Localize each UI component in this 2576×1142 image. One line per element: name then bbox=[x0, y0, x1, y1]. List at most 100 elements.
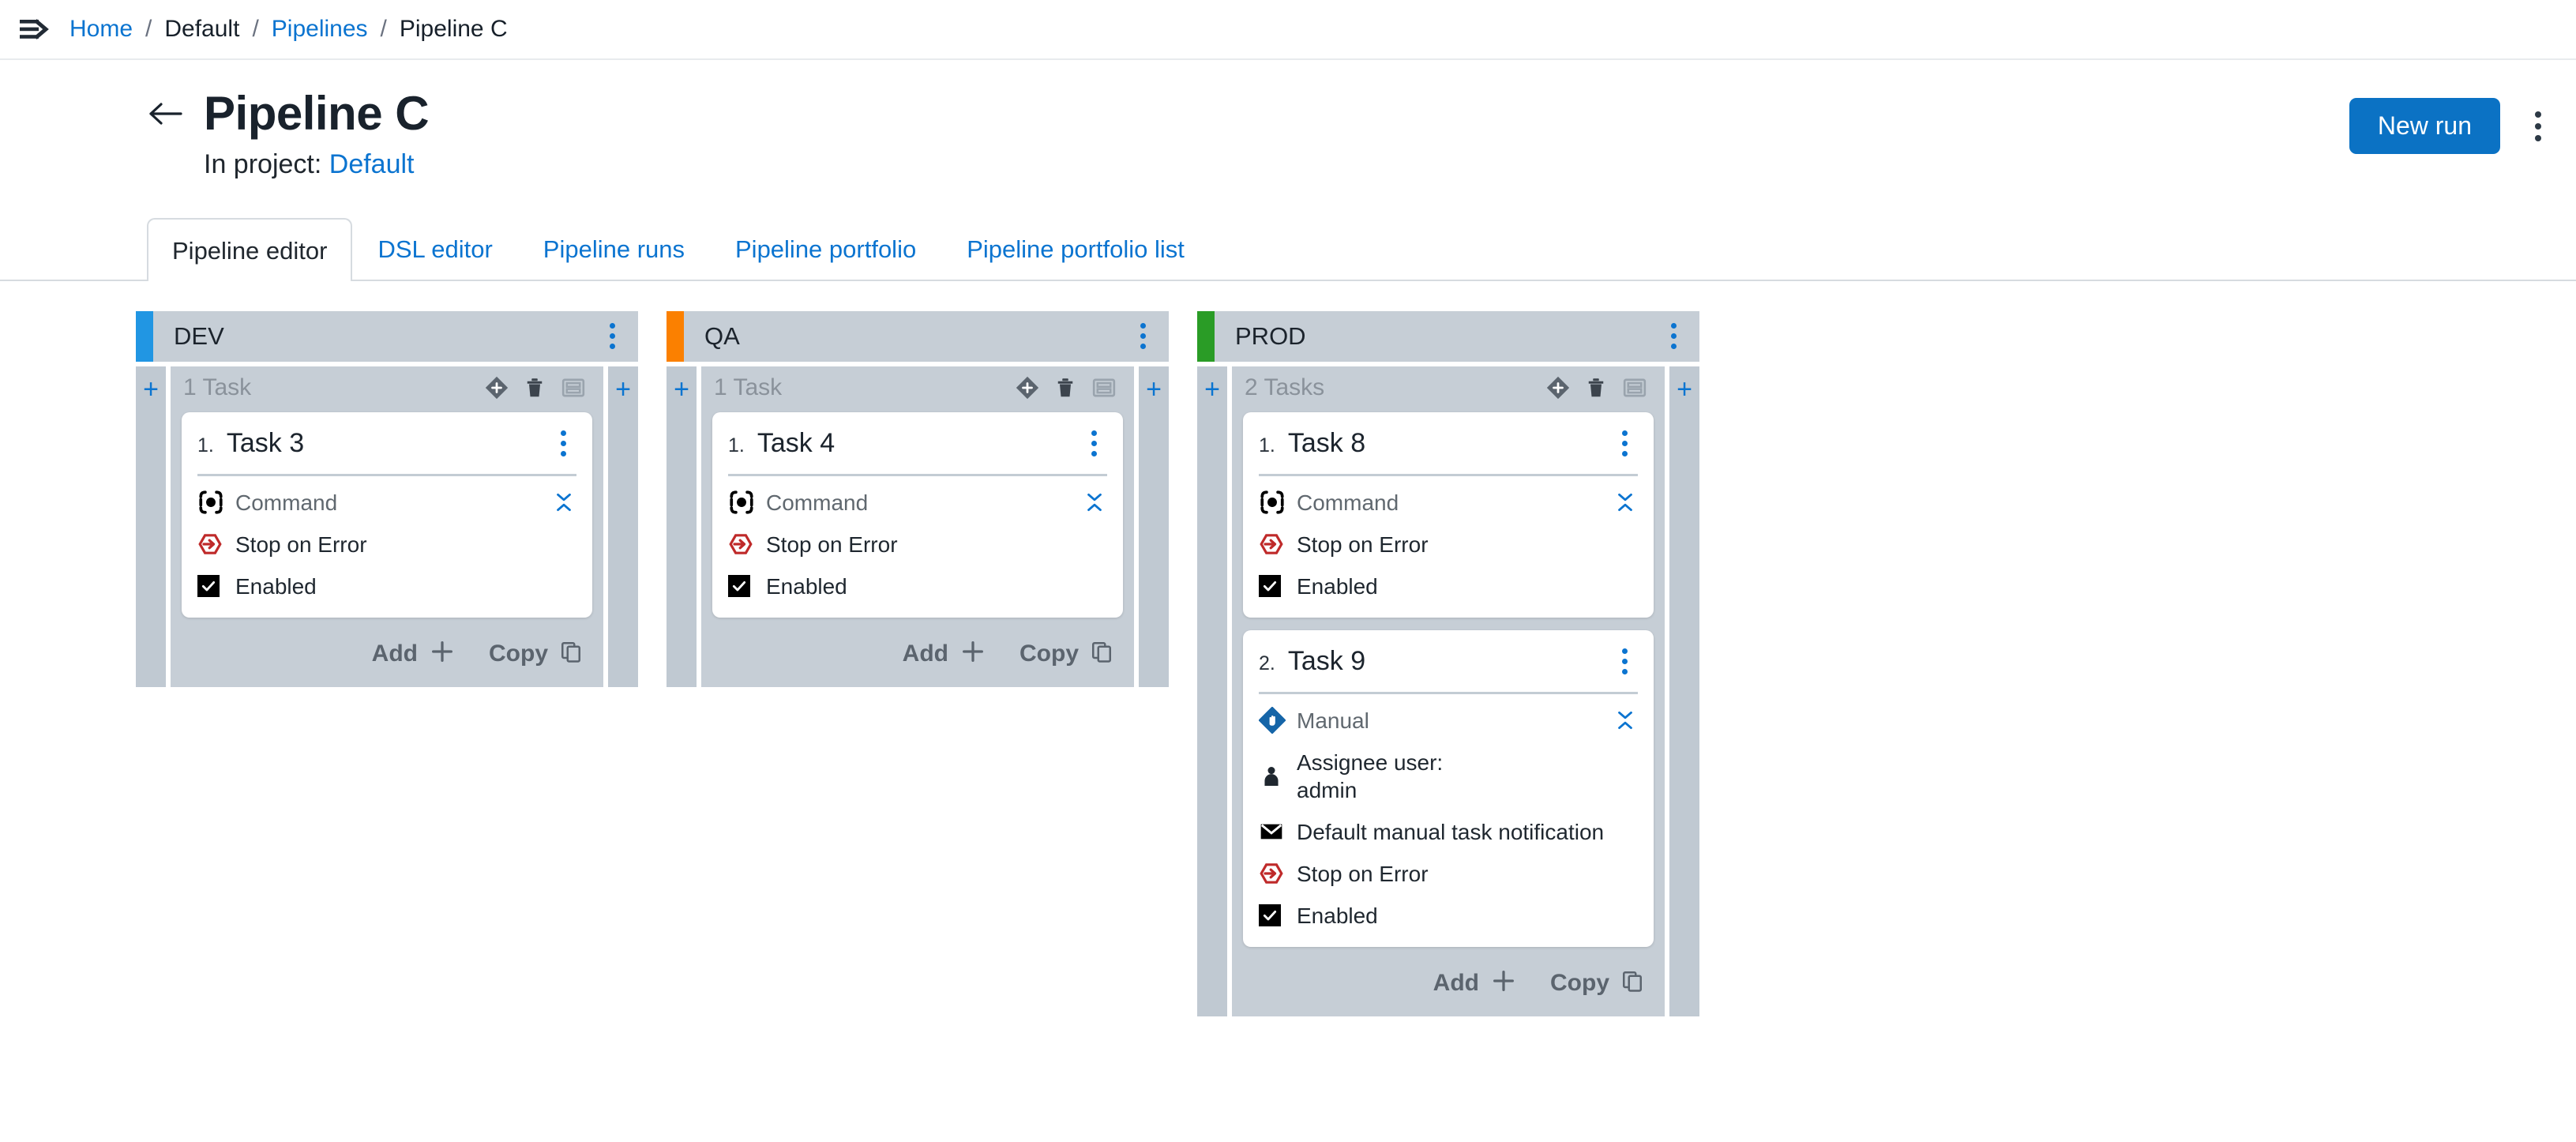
delete-stage-icon[interactable] bbox=[1053, 376, 1077, 400]
new-run-button[interactable]: New run bbox=[2349, 98, 2500, 155]
stage-body: +1 Task 1. Task 3 Command Stop on Error … bbox=[136, 366, 638, 687]
task-card[interactable]: 1. Task 8 Command Stop on Error Enabled bbox=[1243, 411, 1654, 618]
tab-dsl-editor[interactable]: DSL editor bbox=[352, 216, 517, 280]
tab-pipeline-portfolio-list[interactable]: Pipeline portfolio list bbox=[941, 216, 1210, 280]
delete-stage-icon[interactable] bbox=[523, 376, 546, 400]
page-header: Pipeline C In project: Default New run bbox=[0, 60, 2576, 180]
stage-task-list: 1 Task 1. Task 4 Command Stop on Error E… bbox=[701, 366, 1134, 687]
breadcrumb-separator: / bbox=[252, 16, 259, 42]
task-title: Task 8 bbox=[1287, 427, 1366, 458]
task-menu-icon[interactable] bbox=[1611, 425, 1638, 463]
add-task-button[interactable]: Add bbox=[1433, 967, 1517, 999]
stage-menu-icon[interactable] bbox=[1660, 317, 1687, 355]
add-stage-left-button[interactable]: + bbox=[1197, 366, 1227, 1016]
checkbox-checked-icon[interactable] bbox=[1259, 904, 1290, 927]
stage-action-icons bbox=[1546, 375, 1647, 400]
stage-header: QA bbox=[667, 310, 1169, 362]
move-stage-icon[interactable] bbox=[485, 376, 509, 400]
plus-icon: + bbox=[1677, 374, 1692, 404]
stage-menu-icon[interactable] bbox=[1129, 317, 1156, 355]
task-title-group: 1. Task 8 bbox=[1259, 427, 1366, 458]
breadcrumb-separator: / bbox=[380, 16, 387, 42]
task-title: Task 3 bbox=[226, 427, 305, 458]
task-title-group: 2. Task 9 bbox=[1259, 646, 1365, 676]
stage-subheader: 1 Task bbox=[171, 366, 603, 408]
tab-pipeline-portfolio[interactable]: Pipeline portfolio bbox=[710, 216, 941, 280]
stage-task-count: 1 Task bbox=[183, 374, 252, 400]
add-stage-left-button[interactable]: + bbox=[136, 366, 166, 687]
collapse-chevrons-icon[interactable] bbox=[1613, 490, 1638, 514]
move-stage-icon[interactable] bbox=[1546, 376, 1570, 400]
collapse-stage-icon[interactable] bbox=[561, 375, 586, 400]
copy-task-button[interactable]: Copy bbox=[1550, 969, 1644, 997]
plus-icon: + bbox=[143, 374, 159, 404]
add-stage-right-button[interactable]: + bbox=[608, 366, 638, 687]
collapse-chevrons-icon[interactable] bbox=[1082, 490, 1107, 514]
task-type-label: Command bbox=[766, 490, 869, 515]
stage-subheader: 1 Task bbox=[701, 366, 1134, 408]
task-menu-icon[interactable] bbox=[1611, 643, 1638, 681]
add-task-button[interactable]: Add bbox=[372, 638, 456, 670]
task-row-label: Stop on Error bbox=[766, 532, 898, 557]
stage-body: +2 Tasks 1. Task 8 Command Stop on Error… bbox=[1197, 366, 1699, 1016]
task-card[interactable]: 1. Task 3 Command Stop on Error Enabled bbox=[182, 411, 592, 618]
task-row-label: Enabled bbox=[235, 573, 317, 599]
checkbox-checked-icon[interactable] bbox=[1259, 575, 1290, 598]
task-title-group: 1. Task 3 bbox=[197, 427, 305, 458]
task-attribute-row: Default manual task notification bbox=[1259, 818, 1638, 846]
tab-pipeline-runs[interactable]: Pipeline runs bbox=[518, 216, 710, 280]
task-card[interactable]: 1. Task 4 Command Stop on Error Enabled bbox=[712, 411, 1123, 618]
task-card[interactable]: 2. Task 9 Manual Assignee user: admin Def… bbox=[1243, 629, 1654, 947]
project-link-default[interactable]: Default bbox=[329, 149, 415, 179]
add-task-button[interactable]: Add bbox=[903, 638, 986, 670]
hamburger-arrow-icon[interactable] bbox=[17, 16, 54, 43]
plus-icon: + bbox=[674, 374, 689, 404]
task-type-row: Manual bbox=[1259, 707, 1638, 734]
assignee-user-label: Assignee user: bbox=[1297, 749, 1444, 775]
add-task-label: Add bbox=[371, 640, 418, 667]
back-arrow-icon[interactable] bbox=[147, 96, 183, 132]
breadcrumb-bar: Home / Default / Pipelines / Pipeline C bbox=[0, 0, 2576, 60]
collapse-chevrons-icon[interactable] bbox=[551, 490, 576, 514]
plus-icon bbox=[959, 638, 986, 670]
add-task-label: Add bbox=[902, 640, 948, 667]
task-menu-icon[interactable] bbox=[1080, 425, 1107, 463]
project-subtitle: In project: Default bbox=[0, 149, 2576, 180]
task-type-row: Command bbox=[728, 489, 1107, 517]
add-stage-right-button[interactable]: + bbox=[1669, 366, 1699, 1016]
copy-task-label: Copy bbox=[1550, 969, 1609, 996]
assignee-user-value: admin bbox=[1297, 777, 1357, 802]
manual-hand-icon bbox=[1259, 707, 1290, 734]
task-attribute-row: Enabled bbox=[1259, 573, 1638, 600]
stage-task-count: 1 Task bbox=[714, 374, 783, 400]
pipeline-stage-column: QA +1 Task 1. Task 4 Command Stop on Err… bbox=[667, 310, 1169, 687]
copy-task-button[interactable]: Copy bbox=[1020, 640, 1113, 668]
kebab-menu-icon[interactable] bbox=[2518, 101, 2559, 152]
add-stage-right-button[interactable]: + bbox=[1139, 366, 1169, 687]
add-stage-left-button[interactable]: + bbox=[667, 366, 697, 687]
collapse-stage-icon[interactable] bbox=[1622, 375, 1647, 400]
pipeline-stage-column: PROD +2 Tasks 1. Task 8 Command Stop on … bbox=[1197, 310, 1699, 1016]
move-stage-icon[interactable] bbox=[1016, 376, 1039, 400]
add-task-label: Add bbox=[1433, 969, 1479, 996]
copy-icon bbox=[559, 640, 583, 668]
delete-stage-icon[interactable] bbox=[1584, 376, 1608, 400]
collapse-stage-icon[interactable] bbox=[1091, 375, 1117, 400]
task-card-header: 2. Task 9 bbox=[1259, 643, 1638, 694]
tabs-wrap: Pipeline editor DSL editor Pipeline runs… bbox=[0, 216, 2576, 281]
breadcrumb-item-home[interactable]: Home bbox=[69, 17, 133, 41]
task-menu-icon[interactable] bbox=[550, 425, 576, 463]
project-subtitle-prefix: In project: bbox=[204, 149, 322, 179]
tab-pipeline-editor[interactable]: Pipeline editor bbox=[147, 218, 353, 281]
breadcrumb-item-pipelines[interactable]: Pipelines bbox=[272, 17, 368, 41]
checkbox-checked-icon[interactable] bbox=[728, 575, 760, 598]
breadcrumb-item-pipeline-c: Pipeline C bbox=[399, 16, 508, 42]
copy-task-button[interactable]: Copy bbox=[489, 640, 583, 668]
checkbox-checked-icon[interactable] bbox=[197, 575, 229, 598]
stage-menu-icon[interactable] bbox=[599, 317, 625, 355]
plus-icon: + bbox=[1204, 374, 1220, 404]
task-row-label: Assignee user: admin bbox=[1297, 749, 1443, 804]
copy-task-label: Copy bbox=[1020, 640, 1079, 667]
stage-name: DEV bbox=[174, 322, 224, 351]
collapse-chevrons-icon[interactable] bbox=[1613, 708, 1638, 732]
